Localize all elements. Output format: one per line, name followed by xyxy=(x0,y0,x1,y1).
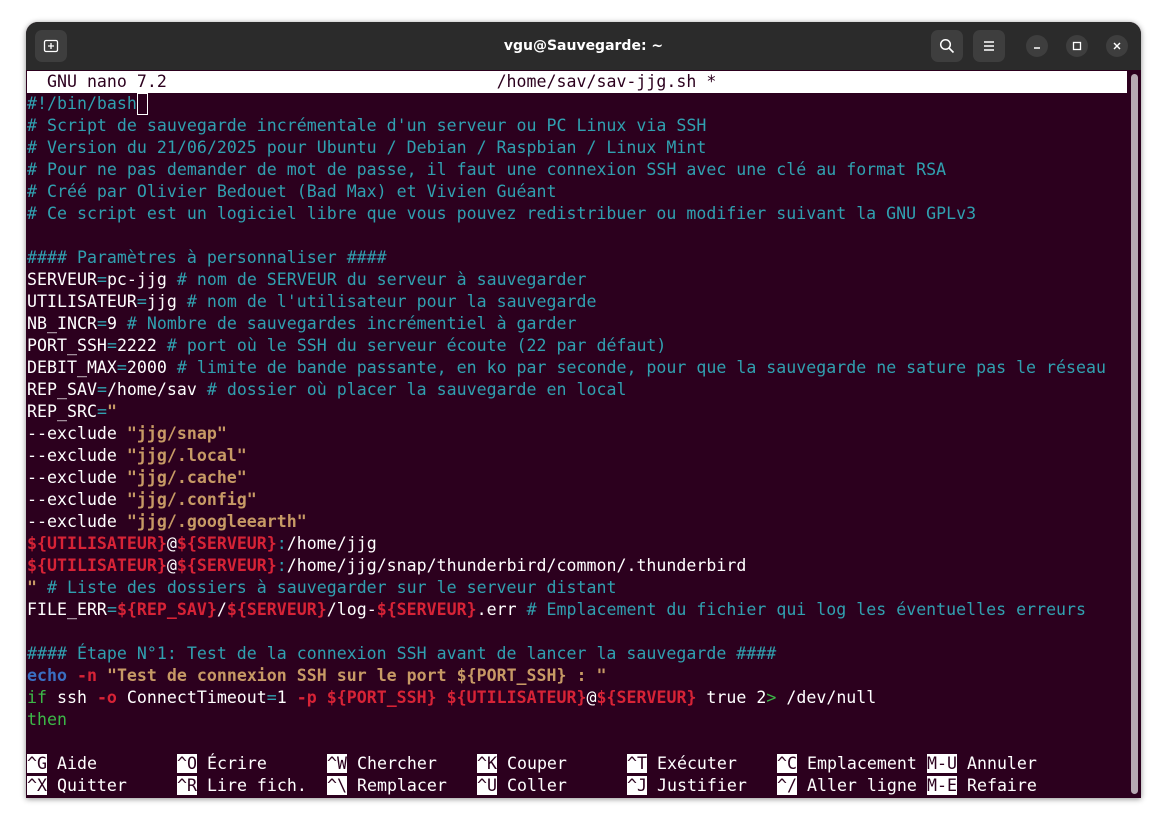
shortcut-key: ^/ xyxy=(777,776,797,795)
editor-line[interactable]: # Pour ne pas demander de mot de passe, … xyxy=(27,159,946,181)
shortcut-item[interactable]: ^\ Remplacer xyxy=(327,775,447,797)
close-icon xyxy=(1113,42,1121,50)
shortcut-key: M-E xyxy=(927,776,957,795)
editor-line[interactable]: SERVEUR=pc-jjg # nom de SERVEUR du serve… xyxy=(27,269,586,291)
editor-line[interactable]: --exclude "jjg/.config" xyxy=(27,489,257,511)
shortcut-item[interactable]: ^C Emplacement xyxy=(777,753,917,775)
shortcut-item[interactable]: ^U Coller xyxy=(477,775,567,797)
shortcut-item[interactable]: ^K Couper xyxy=(477,753,567,775)
editor-line[interactable]: # Version du 21/06/2025 pour Ubuntu / De… xyxy=(27,137,706,159)
shortcut-item[interactable]: M-E Refaire xyxy=(927,775,1037,797)
editor-line[interactable]: ${UTILISATEUR}@${SERVEUR}:/home/jjg xyxy=(27,533,377,555)
editor-line[interactable]: REP_SRC=" xyxy=(27,401,117,423)
nano-version: GNU nano 7.2 xyxy=(46,72,167,91)
shortcut-item[interactable]: ^G Aide xyxy=(27,753,97,775)
search-button[interactable] xyxy=(931,30,963,62)
shortcut-key: ^T xyxy=(627,754,647,773)
editor-line[interactable]: #!/bin/bash xyxy=(27,92,148,115)
minimize-icon xyxy=(1034,47,1040,49)
editor-line[interactable]: NB_INCR=9 # Nombre de sauvegardes incrém… xyxy=(27,313,577,335)
search-icon xyxy=(939,38,955,54)
editor-line[interactable]: --exclude "jjg/.local" xyxy=(27,445,247,467)
shortcut-label: Annuler xyxy=(956,754,1037,773)
shortcut-label: Quitter xyxy=(46,776,127,795)
editor-line[interactable]: UTILISATEUR=jjg # nom de l'utilisateur p… xyxy=(27,291,596,313)
editor-line[interactable]: # Ce script est un logiciel libre que vo… xyxy=(27,203,976,225)
shortcut-item[interactable]: ^X Quitter xyxy=(27,775,127,797)
text-cursor xyxy=(136,92,148,115)
editor-line[interactable]: --exclude "jjg/.googleearth" xyxy=(27,511,307,533)
editor-line[interactable]: --exclude "jjg/snap" xyxy=(27,423,227,445)
minimize-button[interactable] xyxy=(1026,35,1048,57)
maximize-icon xyxy=(1072,41,1082,51)
editor-line[interactable]: if ssh -o ConnectTimeout=1 -p ${PORT_SSH… xyxy=(27,687,876,709)
shortcut-label: Aller ligne xyxy=(796,776,917,795)
editor-line[interactable]: --exclude "jjg/.cache" xyxy=(27,467,247,489)
terminal-window: vgu@Sauvegarde: ~ GNU nano 7.2 /home/sav… xyxy=(26,22,1141,798)
shortcut-key: M-U xyxy=(927,754,957,773)
shortcut-key: ^J xyxy=(627,776,647,795)
scrollbar[interactable] xyxy=(1128,70,1141,798)
close-button[interactable] xyxy=(1106,35,1128,57)
shortcut-key: ^\ xyxy=(327,776,347,795)
shortcut-label: Lire fich. xyxy=(196,776,307,795)
shortcut-label: Aide xyxy=(46,754,97,773)
shortcut-label: Emplacement xyxy=(796,754,917,773)
menu-icon xyxy=(984,41,994,51)
editor-line[interactable]: REP_SAV=/home/sav # dossier où placer la… xyxy=(27,379,626,401)
terminal-area[interactable]: GNU nano 7.2 /home/sav/sav-jjg.sh * #!/b… xyxy=(26,70,1128,798)
editor-line[interactable]: PORT_SSH=2222 # port où le SSH du serveu… xyxy=(27,335,666,357)
title-bar: vgu@Sauvegarde: ~ xyxy=(26,22,1141,70)
shortcut-label: Chercher xyxy=(346,754,437,773)
shortcut-key: ^O xyxy=(177,754,197,773)
shortcut-key: ^W xyxy=(327,754,347,773)
editor-line[interactable]: #### Paramètres à personnaliser #### xyxy=(27,247,387,269)
editor-line[interactable]: # Créé par Olivier Bedouet (Bad Max) et … xyxy=(27,181,557,203)
maximize-button[interactable] xyxy=(1066,35,1088,57)
editor-line[interactable]: echo -n "Test de connexion SSH sur le po… xyxy=(27,665,606,687)
editor-line[interactable]: DEBIT_MAX=2000 # limite de bande passant… xyxy=(27,357,1106,379)
nano-header: GNU nano 7.2 /home/sav/sav-jjg.sh * xyxy=(27,71,1127,93)
shortcut-key: ^X xyxy=(27,776,47,795)
shortcut-item[interactable]: ^O Écrire xyxy=(177,753,267,775)
shortcut-label: Remplacer xyxy=(346,776,447,795)
shortcut-item[interactable]: ^/ Aller ligne xyxy=(777,775,917,797)
editor-line[interactable]: # Script de sauvegarde incrémentale d'un… xyxy=(27,115,706,137)
shortcut-item[interactable]: ^T Exécuter xyxy=(627,753,737,775)
shortcut-key: ^C xyxy=(777,754,797,773)
shortcut-key: ^U xyxy=(477,776,497,795)
editor-line[interactable]: #### Étape N°1: Test de la connexion SSH… xyxy=(27,643,776,665)
shortcut-label: Exécuter xyxy=(646,754,737,773)
scrollbar-thumb[interactable] xyxy=(1131,74,1138,794)
shortcut-label: Couper xyxy=(496,754,567,773)
editor-line[interactable]: then xyxy=(27,709,67,731)
shortcut-key: ^G xyxy=(27,754,47,773)
editor-line[interactable]: " # Liste des dossiers à sauvegarder sur… xyxy=(27,577,616,599)
shortcut-label: Refaire xyxy=(956,776,1037,795)
shortcut-item[interactable]: ^R Lire fich. xyxy=(177,775,307,797)
shortcut-item[interactable]: M-U Annuler xyxy=(927,753,1037,775)
shortcut-item[interactable]: ^J Justifier xyxy=(627,775,747,797)
editor-line[interactable]: FILE_ERR=${REP_SAV}/${SERVEUR}/log-${SER… xyxy=(27,599,1086,621)
menu-button[interactable] xyxy=(973,30,1005,62)
shortcut-label: Coller xyxy=(496,776,567,795)
nano-filename: /home/sav/sav-jjg.sh * xyxy=(496,72,717,91)
shortcut-key: ^K xyxy=(477,754,497,773)
shortcut-item[interactable]: ^W Chercher xyxy=(327,753,437,775)
shortcut-key: ^R xyxy=(177,776,197,795)
shortcut-label: Justifier xyxy=(646,776,747,795)
editor-line[interactable]: ${UTILISATEUR}@${SERVEUR}:/home/jjg/snap… xyxy=(27,555,746,577)
shortcut-label: Écrire xyxy=(196,754,267,773)
